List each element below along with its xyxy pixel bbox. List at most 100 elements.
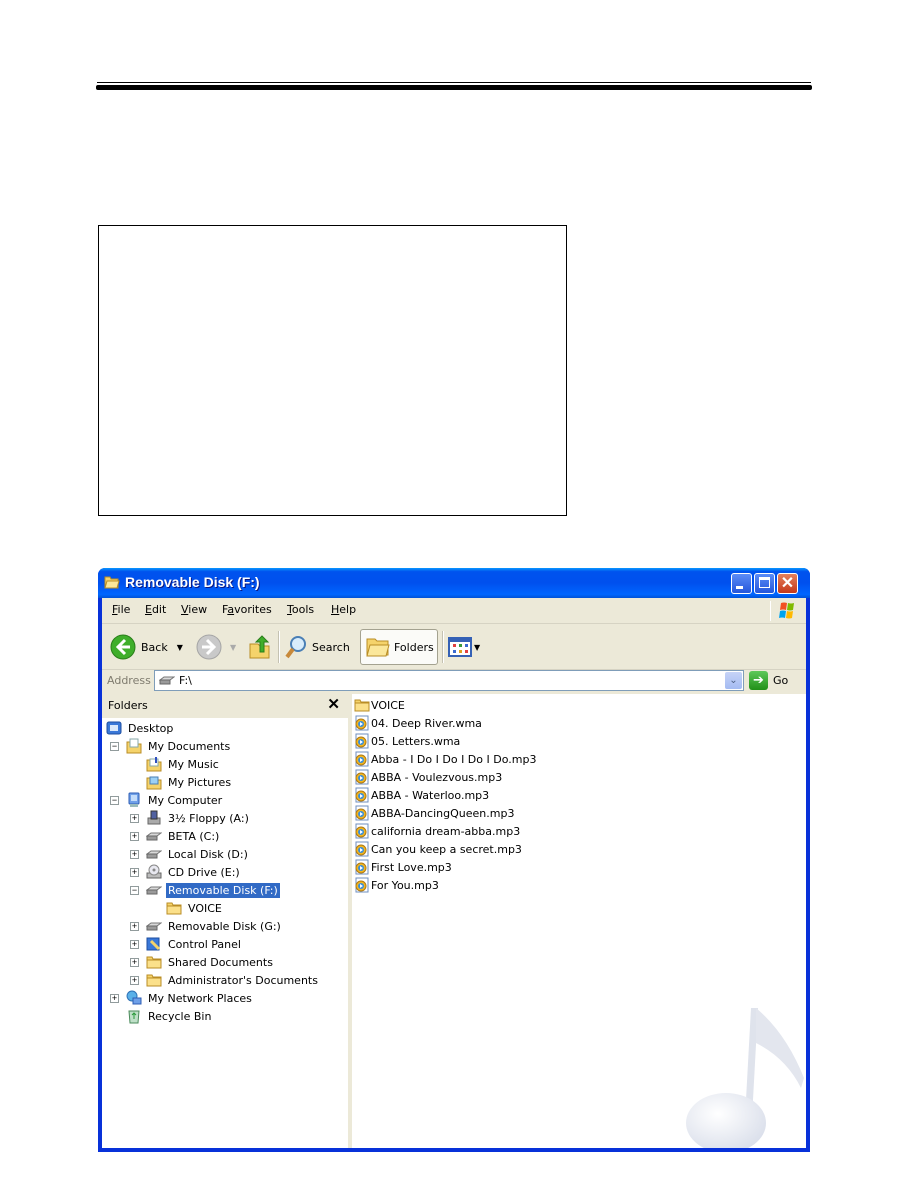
network-places-icon <box>126 990 142 1005</box>
toolbar-separator <box>278 631 280 663</box>
views-button[interactable]: ▼ <box>448 629 480 665</box>
file-item[interactable]: ABBA-DancingQueen.mp3 <box>354 804 514 822</box>
tree-node[interactable]: Desktop <box>106 719 175 737</box>
toolbar-separator <box>442 631 444 663</box>
address-dropdown-icon[interactable]: ⌄ <box>725 672 742 689</box>
tree-node[interactable]: VOICE <box>166 899 224 917</box>
folders-button[interactable]: Folders <box>360 629 438 665</box>
folder-icon <box>166 902 182 915</box>
folders-pane-header: Folders ✕ <box>102 694 348 719</box>
tree-node[interactable]: Removable Disk (F:) <box>146 881 280 899</box>
forward-button[interactable]: ▼ <box>196 629 236 665</box>
tree-node[interactable]: My Network Places <box>126 989 254 1007</box>
menu-edit[interactable]: Edit <box>145 603 166 616</box>
file-item[interactable]: Can you keep a secret.mp3 <box>354 840 522 858</box>
file-item[interactable]: VOICE <box>354 696 405 714</box>
menu-favorites[interactable]: Favorites <box>222 603 272 616</box>
back-button[interactable]: Back ▼ <box>110 629 183 665</box>
tree-node-label: Recycle Bin <box>148 1009 212 1023</box>
up-folder-icon[interactable] <box>248 634 272 660</box>
tree-node[interactable]: My Music <box>146 755 221 773</box>
file-name: Can you keep a secret.mp3 <box>371 842 522 856</box>
folder-icon <box>146 956 162 969</box>
tree-node-label: My Documents <box>148 739 231 753</box>
tree-node-label: BETA (C:) <box>168 829 220 843</box>
tree-node[interactable]: My Computer <box>126 791 224 809</box>
file-item[interactable]: 04. Deep River.wma <box>354 714 482 732</box>
explorer-window: Removable Disk (F:) ✕ File Edit View Fav… <box>98 568 810 1152</box>
tree-node[interactable]: Removable Disk (G:) <box>146 917 283 935</box>
file-name: california dream-abba.mp3 <box>371 824 521 838</box>
media-file-icon <box>355 859 369 875</box>
search-icon <box>285 636 306 659</box>
media-file-icon <box>355 715 369 731</box>
go-button[interactable]: ➔ Go <box>749 671 788 690</box>
tree-node[interactable]: Recycle Bin <box>126 1007 213 1025</box>
tree-node[interactable]: Administrator's Documents <box>146 971 320 989</box>
blank-frame <box>98 225 567 516</box>
collapse-icon[interactable]: − <box>110 742 119 751</box>
address-bar: Address F:\ ⌄ ➔ Go <box>102 670 806 693</box>
file-item[interactable]: ABBA - Voulezvous.mp3 <box>354 768 502 786</box>
expand-icon[interactable]: + <box>130 940 139 949</box>
cd-drive-icon <box>146 864 162 879</box>
minimize-button[interactable] <box>731 573 752 594</box>
media-file-icon <box>355 805 369 821</box>
file-item[interactable]: california dream-abba.mp3 <box>354 822 520 840</box>
menu-view[interactable]: View <box>181 603 207 616</box>
folders-label: Folders <box>394 640 434 654</box>
menu-file[interactable]: File <box>112 603 130 616</box>
expand-icon[interactable]: + <box>130 868 139 877</box>
folder-icon <box>354 699 370 712</box>
forward-dropdown-icon[interactable]: ▼ <box>230 643 236 652</box>
menu-tools[interactable]: Tools <box>287 603 314 616</box>
menu-help[interactable]: Help <box>331 603 356 616</box>
tree-node-label: Shared Documents <box>168 955 273 969</box>
file-item[interactable]: Abba - I Do I Do I Do I Do.mp3 <box>354 750 536 768</box>
close-pane-icon[interactable]: ✕ <box>327 695 340 713</box>
collapse-icon[interactable]: − <box>130 886 139 895</box>
file-name: Abba - I Do I Do I Do I Do.mp3 <box>371 752 537 766</box>
hard-disk-icon <box>146 850 162 859</box>
tree-node[interactable]: 3½ Floppy (A:) <box>146 809 251 827</box>
tree-node-label: VOICE <box>188 901 222 915</box>
tree-node-label: My Computer <box>148 793 223 807</box>
my-documents-icon <box>126 738 142 754</box>
media-file-icon <box>355 877 369 893</box>
search-button[interactable]: Search <box>284 629 350 665</box>
file-item[interactable]: ABBA - Waterloo.mp3 <box>354 786 489 804</box>
collapse-icon[interactable]: − <box>110 796 119 805</box>
file-name: For You.mp3 <box>371 878 439 892</box>
expand-icon[interactable]: + <box>130 922 139 931</box>
address-input[interactable]: F:\ ⌄ <box>154 670 744 691</box>
back-dropdown-icon[interactable]: ▼ <box>177 643 183 652</box>
music-note-watermark-icon <box>686 1008 804 1148</box>
file-item[interactable]: First Love.mp3 <box>354 858 452 876</box>
removable-disk-icon <box>146 922 162 931</box>
expand-icon[interactable]: + <box>130 832 139 841</box>
my-pictures-icon <box>146 776 162 790</box>
folders-pane: Folders ✕ Desktop − My Documents My Music My… <box>102 694 349 1148</box>
menu-bar: File Edit View Favorites Tools Help <box>102 598 806 624</box>
file-item[interactable]: For You.mp3 <box>354 876 439 894</box>
expand-icon[interactable]: + <box>130 814 139 823</box>
file-item[interactable]: 05. Letters.wma <box>354 732 460 750</box>
tree-node[interactable]: My Pictures <box>146 773 233 791</box>
tree-node[interactable]: My Documents <box>126 737 232 755</box>
expand-icon[interactable]: + <box>130 958 139 967</box>
tree-node[interactable]: Local Disk (D:) <box>146 845 250 863</box>
file-name: First Love.mp3 <box>371 860 452 874</box>
tree-node[interactable]: BETA (C:) <box>146 827 221 845</box>
tree-node[interactable]: CD Drive (E:) <box>146 863 242 881</box>
expand-icon[interactable]: + <box>110 994 119 1003</box>
expand-icon[interactable]: + <box>130 850 139 859</box>
title-bar[interactable]: Removable Disk (F:) ✕ <box>98 568 810 598</box>
expand-icon[interactable]: + <box>130 976 139 985</box>
tree-node[interactable]: Control Panel <box>146 935 243 953</box>
close-button[interactable]: ✕ <box>777 573 798 594</box>
floppy-drive-icon <box>147 810 161 825</box>
window-client: File Edit View Favorites Tools Help Back… <box>102 598 806 1148</box>
maximize-button[interactable] <box>754 573 775 594</box>
tree-node-label: Removable Disk (F:) <box>166 882 280 898</box>
tree-node[interactable]: Shared Documents <box>146 953 275 971</box>
